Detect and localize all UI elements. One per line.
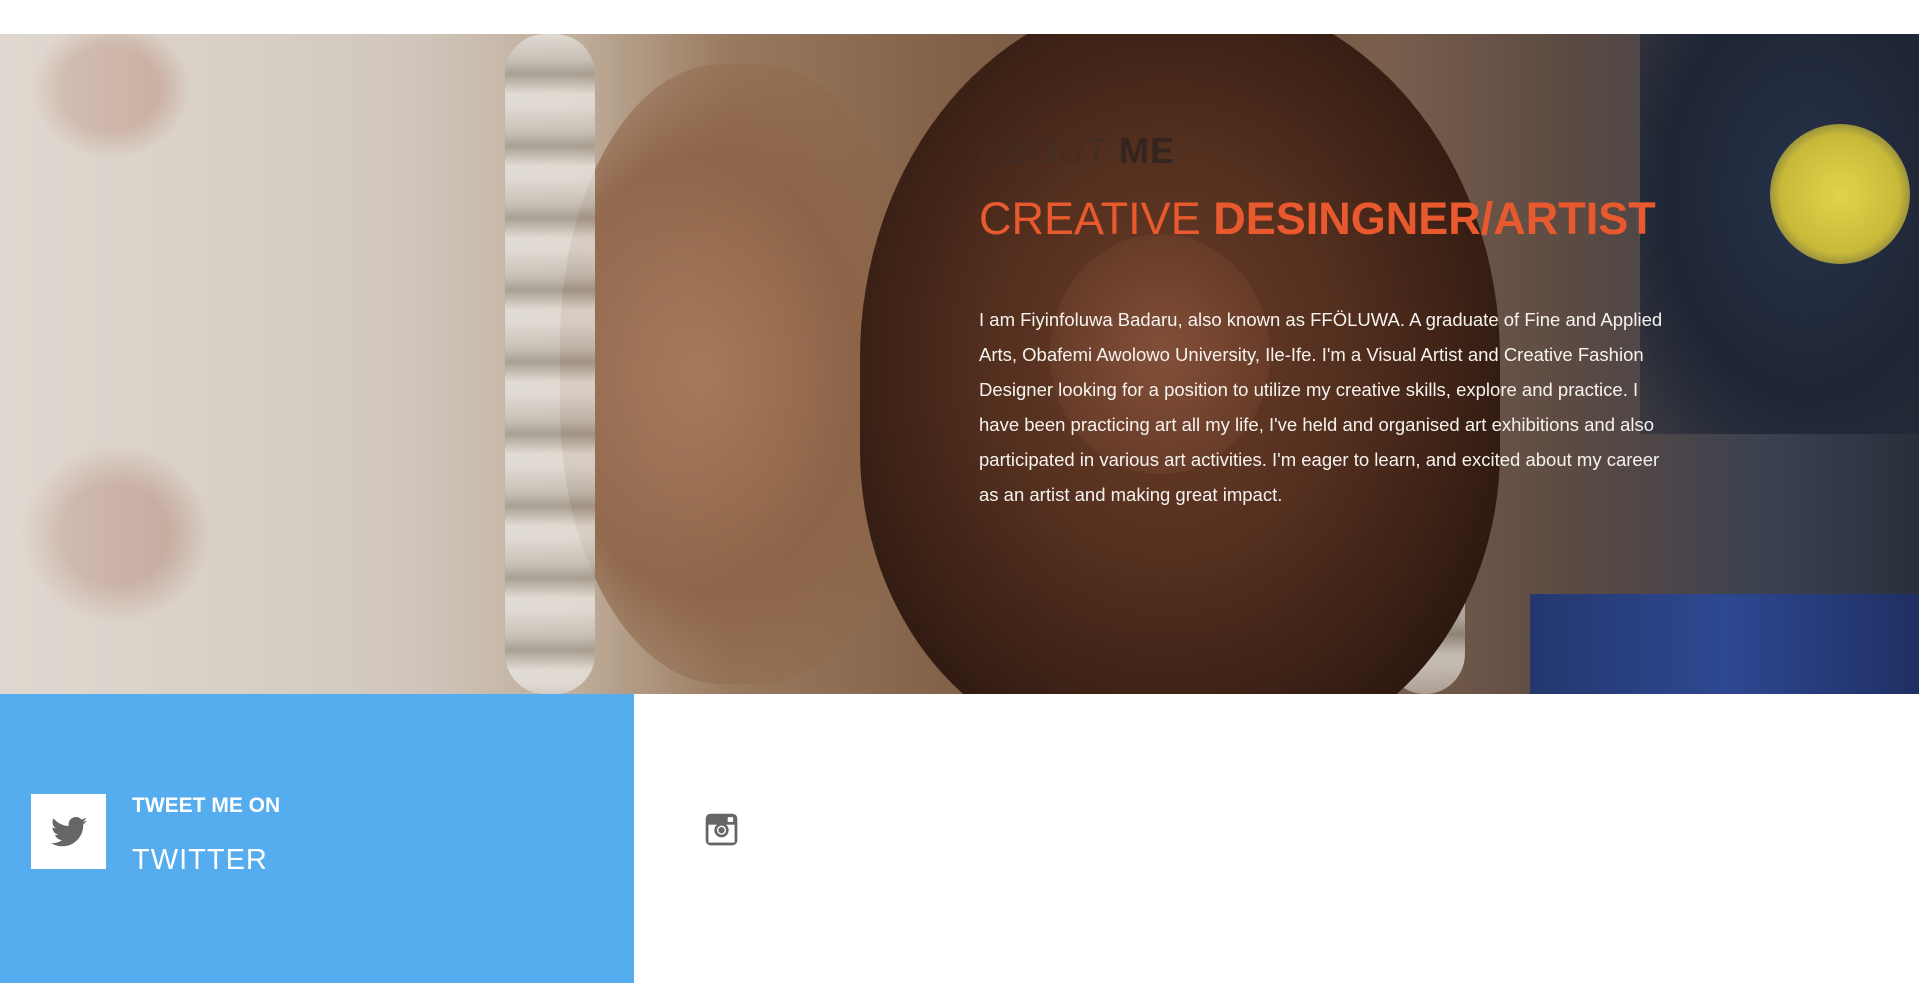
about-hero: ABOUT ME CREATIVE DESINGNER/ARTIST I am … (0, 34, 1919, 694)
hero-background-cans-left (505, 34, 595, 694)
about-heading-bold: ME (1119, 130, 1176, 171)
twitter-platform-label: TWITTER (132, 844, 268, 876)
role-headline-light: CREATIVE (979, 193, 1201, 245)
page: ABOUT ME CREATIVE DESINGNER/ARTIST I am … (0, 0, 1919, 983)
instagram-link[interactable] (705, 813, 738, 846)
about-heading-light: ABOUT (979, 130, 1109, 171)
tweet-label: TWEET ME ON (132, 794, 281, 817)
top-bar (0, 0, 1919, 34)
role-headline-bold: DESINGNER/ARTIST (1213, 193, 1656, 245)
about-content: ABOUT ME CREATIVE DESINGNER/ARTIST I am … (979, 129, 1679, 530)
instagram-panel (634, 694, 1919, 983)
role-headline: CREATIVE DESINGNER/ARTIST (979, 194, 1679, 244)
instagram-icon (705, 813, 738, 846)
hero-background-wall (0, 34, 520, 694)
twitter-bird-icon (50, 816, 87, 846)
twitter-icon-box (31, 794, 106, 869)
bio-paragraph: I am Fiyinfoluwa Badaru, also known as F… (979, 308, 1663, 505)
hero-background-yellow-disc (1770, 124, 1910, 264)
about-heading: ABOUT ME (979, 129, 1679, 172)
twitter-link-panel[interactable]: TWEET ME ON TWITTER (0, 694, 634, 983)
hero-background-blue-fabric (1530, 594, 1919, 694)
